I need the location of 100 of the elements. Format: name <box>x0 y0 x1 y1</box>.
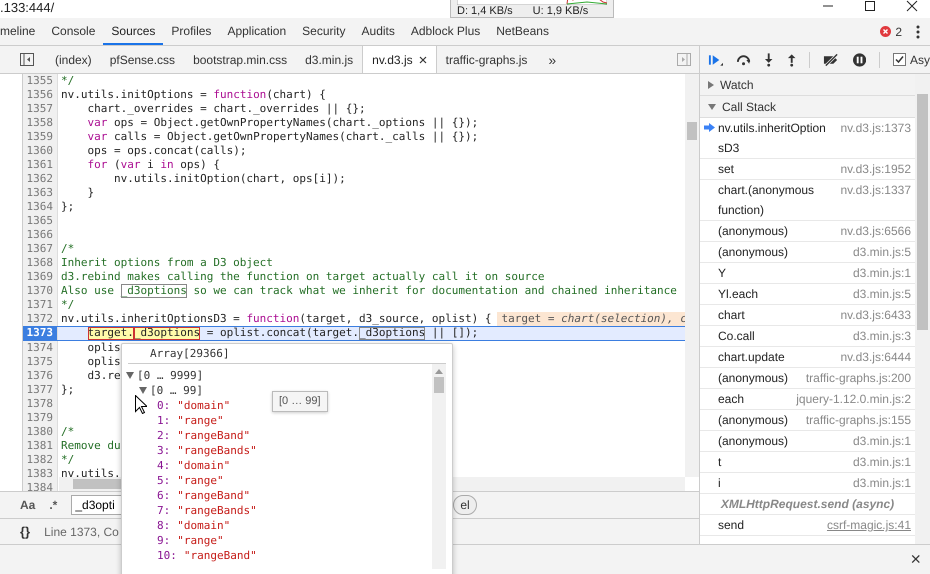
sidebar-scrollbar[interactable] <box>915 74 930 544</box>
popover-scrollbar[interactable] <box>432 364 446 569</box>
line-number: 1358 <box>23 116 58 130</box>
panel-tab[interactable]: Profiles <box>163 18 220 45</box>
array-index: 8: <box>157 518 170 533</box>
range-label: [0 … 99] <box>150 383 203 398</box>
source-link[interactable]: csrf-magic.js:41 <box>826 515 911 535</box>
scroll-thumb[interactable] <box>434 377 444 393</box>
code-text: = oplist.concat(target. <box>206 327 360 340</box>
call-frame[interactable]: Yl.each d3.min.js:5 <box>700 284 915 305</box>
line-number: 1382 <box>23 453 58 467</box>
keyword-text: in <box>160 158 174 172</box>
step-into-icon[interactable] <box>764 52 774 66</box>
code-text: i <box>147 158 155 172</box>
panel-tab[interactable]: Console <box>43 18 104 45</box>
call-frame[interactable]: each jquery-1.12.0.min.js:2 <box>700 389 915 410</box>
panel-tab[interactable]: meline <box>0 18 44 45</box>
source-location: d3.min.js:5 <box>852 244 911 261</box>
section-title: Watch <box>720 78 754 92</box>
code-text: nv.utils.inheritOptionsD3 = <box>61 312 241 326</box>
string-value: "domain" <box>177 518 230 533</box>
call-frame[interactable]: chart nv.d3.js:6433 <box>700 305 915 326</box>
string-value: "rangeBands" <box>177 503 257 518</box>
close-icon[interactable] <box>418 56 427 64</box>
call-frame[interactable]: chart.update nv.d3.js:6444 <box>700 347 915 368</box>
close-drawer-button[interactable]: × <box>910 549 930 570</box>
sidebar-toggle-icon[interactable] <box>20 53 34 66</box>
panel-tab[interactable]: NetBeans <box>488 18 557 45</box>
current-frame-arrow-icon <box>704 123 714 132</box>
maximize-icon[interactable] <box>864 0 876 12</box>
call-frame[interactable]: (anonymous) d3.min.js:5 <box>700 242 915 263</box>
file-tab[interactable]: pfSense.css <box>100 46 184 73</box>
search-match: _d3options <box>359 327 426 340</box>
match-case-button[interactable]: Aa <box>20 498 36 512</box>
deactivate-breakpoints-icon[interactable] <box>822 52 840 66</box>
comment-text: Also use <box>61 284 115 298</box>
function-name: (anonymous) <box>718 370 790 387</box>
line-number: 1383 <box>23 467 58 481</box>
source-location: d3.min.js:1 <box>852 433 911 450</box>
step-out-icon[interactable] <box>786 52 796 66</box>
step-over-icon[interactable] <box>736 54 752 66</box>
pretty-print-button[interactable]: {} <box>20 524 30 539</box>
code-text: }; <box>61 200 74 214</box>
sidebar-toggle-icon[interactable] <box>677 53 691 66</box>
call-frame[interactable]: Y d3.min.js:1 <box>700 263 915 284</box>
source-location: jquery-1.12.0.min.js:2 <box>796 391 911 408</box>
file-tab[interactable]: d3.min.js <box>296 46 362 73</box>
line-number: 1366 <box>23 228 58 242</box>
function-name: send <box>718 517 746 534</box>
line-number: 1361 <box>23 158 58 172</box>
array-index: 4: <box>157 458 170 473</box>
call-frame[interactable]: i d3.min.js:1 <box>700 473 915 494</box>
code-text: || []); <box>432 327 478 340</box>
source-location: nv.d3.js:1337 <box>840 182 911 199</box>
pause-icon[interactable] <box>852 52 866 66</box>
close-icon[interactable] <box>906 0 918 12</box>
function-name: each <box>718 391 746 408</box>
line-number: 1376 <box>23 369 58 383</box>
source-location: d3.min.js:1 <box>852 454 911 471</box>
section-header[interactable]: Watch <box>700 74 915 96</box>
range-label: [0 … 9999] <box>137 368 204 383</box>
error-count[interactable]: 2 <box>895 24 902 38</box>
file-tab[interactable]: nv.d3.js <box>362 46 437 73</box>
file-tab[interactable]: traffic-graphs.js <box>436 46 536 73</box>
string-value: "range" <box>177 533 224 548</box>
file-tab[interactable]: (index) <box>46 46 101 73</box>
more-menu-icon[interactable] <box>916 24 920 38</box>
call-frame[interactable]: (anonymous) nv.d3.js:6566 <box>700 221 915 242</box>
call-frame[interactable]: (anonymous) traffic-graphs.js:155 <box>700 410 915 431</box>
code-text: } <box>88 186 94 200</box>
line-number: 1377 <box>23 383 58 397</box>
more-tabs-button[interactable]: » <box>536 52 568 68</box>
call-frame[interactable]: t d3.min.js:1 <box>700 452 915 473</box>
file-tab[interactable]: bootstrap.min.css <box>184 46 296 73</box>
cancel-button[interactable]: el <box>453 495 477 515</box>
tree-node[interactable]: [0 … 9999] <box>122 368 432 383</box>
code-text: ops = Object.getOwnPropertyNames(chart._options || {}); <box>114 116 478 130</box>
panel-tab[interactable]: Security <box>294 18 354 45</box>
comment-text: d3.rebind makes calling the function on target actually call it on source <box>61 270 544 284</box>
call-frame[interactable]: set nv.d3.js:1952 <box>700 159 915 180</box>
line-number: 1364 <box>23 200 58 214</box>
code-text: d3.re <box>88 369 121 383</box>
panel-tab[interactable]: Adblock Plus <box>402 18 488 45</box>
regex-button[interactable]: .* <box>49 498 58 512</box>
section-header[interactable]: Call Stack <box>700 96 915 118</box>
call-frame[interactable]: send csrf-magic.js:41 <box>700 515 915 536</box>
source-location: nv.d3.js:1373 <box>840 120 911 137</box>
call-frame[interactable]: Co.call d3.min.js:3 <box>700 326 915 347</box>
source-location: d3.min.js:1 <box>852 265 911 282</box>
download-rate: D: 1,4 KB/s <box>457 5 513 17</box>
array-index: 10: <box>157 548 177 563</box>
panel-tab[interactable]: Audits <box>354 18 403 45</box>
resume-icon[interactable] <box>708 52 724 66</box>
call-frame[interactable]: (anonymous) traffic-graphs.js:200 <box>700 368 915 389</box>
page-address: .133:444/ <box>0 0 54 14</box>
vertical-scrollbar[interactable] <box>685 74 699 477</box>
async-separator: XMLHttpRequest.send (async) <box>700 494 915 515</box>
panel-tab[interactable]: Application <box>219 18 294 45</box>
call-frame[interactable]: (anonymous) d3.min.js:1 <box>700 431 915 452</box>
async-checkbox[interactable] <box>892 53 906 66</box>
